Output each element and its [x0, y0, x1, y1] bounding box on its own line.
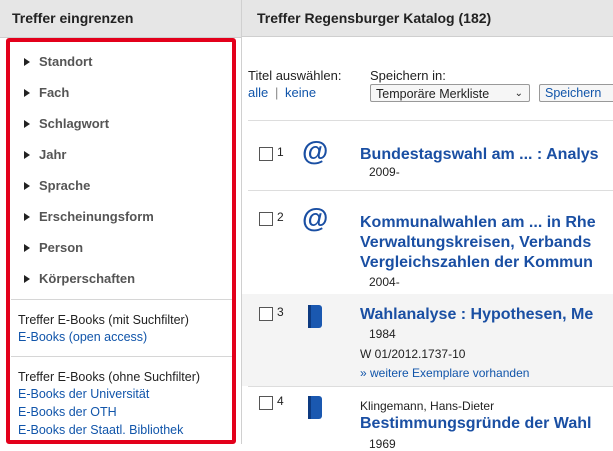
ebooks-unfiltered-label: Treffer E-Books (ohne Suchfilter): [18, 370, 201, 384]
facet-label: Person: [39, 240, 84, 255]
result-year: 2004-: [369, 275, 400, 289]
facet-standort[interactable]: Standort: [24, 54, 92, 69]
result-checkbox[interactable]: [259, 212, 273, 226]
save-target-value: Temporäre Merkliste: [376, 87, 490, 101]
book-icon: [308, 396, 322, 419]
save-in-label: Speichern in:: [370, 68, 446, 83]
select-all-link[interactable]: alle: [248, 85, 268, 100]
result-number: 2: [277, 210, 284, 224]
at-sign-icon: @: [302, 136, 329, 166]
link-ebooks-staatl-bibliothek[interactable]: E-Books der Staatl. Bibliothek: [18, 423, 183, 437]
ebooks-filtered-label: Treffer E-Books (mit Suchfilter): [18, 313, 189, 327]
at-sign-icon: @: [302, 203, 329, 233]
facet-label: Schlagwort: [39, 116, 110, 131]
facet-label: Standort: [39, 54, 93, 69]
divider: [248, 120, 613, 121]
facet-jahr[interactable]: Jahr: [24, 147, 66, 162]
result-signature: W 01/2012.1737-10: [360, 347, 466, 361]
save-button[interactable]: Speichern: [539, 84, 613, 102]
chevron-down-icon: ⌄: [514, 88, 523, 99]
result-author: Klingemann, Hans-Dieter: [360, 399, 495, 413]
result-title[interactable]: Bestimmungsgründe der Wahl: [360, 414, 591, 434]
link-ebooks-oth[interactable]: E-Books der OTH: [18, 405, 117, 419]
link-ebooks-universitaet[interactable]: E-Books der Universität: [18, 387, 149, 401]
facet-panel-header: Treffer eingrenzen: [0, 0, 241, 38]
facet-person[interactable]: Person: [24, 240, 83, 255]
result-number: 1: [277, 145, 284, 159]
save-target-select[interactable]: Temporäre Merkliste ⌄: [370, 84, 530, 102]
facet-koerperschaften[interactable]: Körperschaften: [24, 271, 135, 286]
result-title-line-3[interactable]: Vergleichszahlen der Kommun: [360, 253, 593, 273]
caret-right-icon: [24, 58, 30, 66]
result-title-line-2[interactable]: Verwaltungskreisen, Verbands: [360, 233, 591, 253]
result-year: 1969: [369, 437, 396, 451]
facet-label: Körperschaften: [39, 271, 136, 286]
result-title[interactable]: Bundestagswahl am ... : Analys: [360, 145, 599, 165]
select-separator: |: [275, 85, 279, 100]
result-title-line-1[interactable]: Kommunalwahlen am ... in Rhe: [360, 213, 596, 233]
divider: [248, 386, 613, 387]
caret-right-icon: [24, 89, 30, 97]
caret-right-icon: [24, 244, 30, 252]
result-number: 3: [277, 305, 284, 319]
facet-sprache[interactable]: Sprache: [24, 178, 90, 193]
result-title[interactable]: Wahlanalyse : Hypothesen, Me: [360, 305, 593, 325]
caret-right-icon: [24, 151, 30, 159]
result-year: 1984: [369, 327, 396, 341]
facet-label: Jahr: [39, 147, 67, 162]
facet-fach[interactable]: Fach: [24, 85, 69, 100]
caret-right-icon: [24, 275, 30, 283]
facet-erscheinungsform[interactable]: Erscheinungsform: [24, 209, 154, 224]
select-none-link[interactable]: keine: [285, 85, 316, 100]
book-icon: [308, 305, 322, 328]
link-ebooks-open-access[interactable]: E-Books (open access): [18, 330, 147, 344]
facet-label: Fach: [39, 85, 70, 100]
result-year: 2009-: [369, 165, 400, 179]
facet-panel: Treffer eingrenzen Standort Fach Schlagw…: [0, 0, 241, 444]
divider: [248, 190, 613, 191]
result-checkbox[interactable]: [259, 307, 273, 321]
facet-label: Erscheinungsform: [39, 209, 154, 224]
result-number: 4: [277, 394, 284, 408]
facet-schlagwort[interactable]: Schlagwort: [24, 116, 109, 131]
select-titles-label: Titel auswählen:: [248, 68, 342, 83]
results-header: Treffer Regensburger Katalog (182): [242, 0, 613, 37]
caret-right-icon: [24, 120, 30, 128]
divider: [11, 356, 235, 357]
caret-right-icon: [24, 182, 30, 190]
result-checkbox[interactable]: [259, 396, 273, 410]
more-copies-link[interactable]: » weitere Exemplare vorhanden: [360, 366, 529, 380]
caret-right-icon: [24, 213, 30, 221]
divider: [11, 299, 235, 300]
result-checkbox[interactable]: [259, 147, 273, 161]
facet-label: Sprache: [39, 178, 91, 193]
